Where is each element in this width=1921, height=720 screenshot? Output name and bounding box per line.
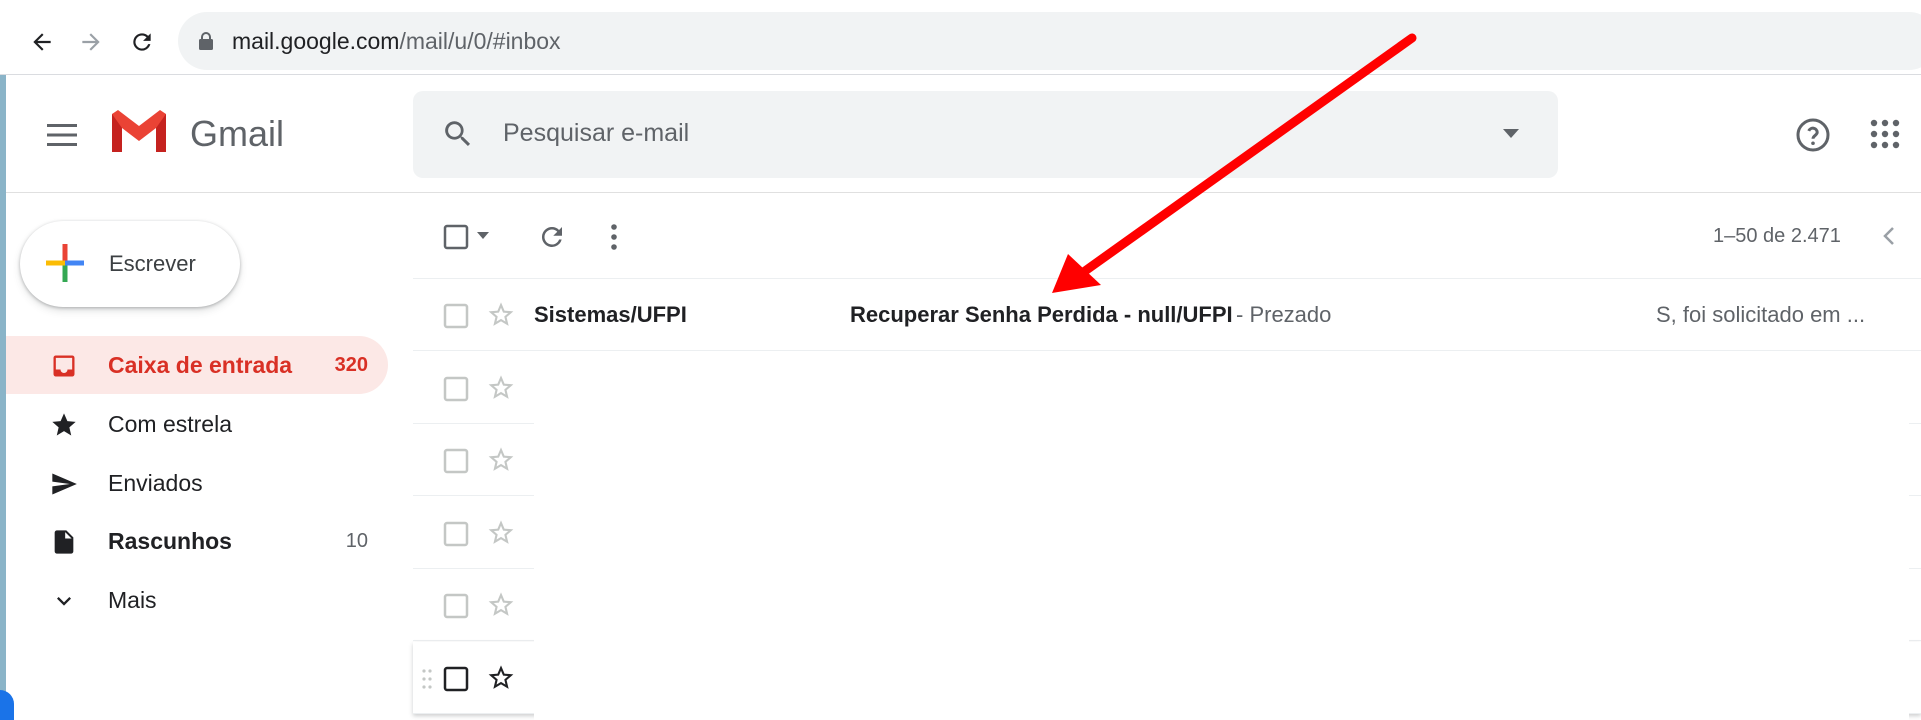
arrow-right-icon xyxy=(82,33,100,51)
sidebar-item-label: Mais xyxy=(108,587,157,613)
back-button[interactable] xyxy=(22,22,62,62)
message-snippet: - Prezado xyxy=(1236,302,1331,327)
search-icon[interactable] xyxy=(441,117,475,151)
table-row[interactable]: Sistemas/UFPI Recuperar Senha Perdida - … xyxy=(413,279,1921,351)
message-sender: Sistemas/UFPI xyxy=(534,302,687,327)
star-outline-icon[interactable] xyxy=(487,591,515,619)
reload-button[interactable] xyxy=(122,22,162,62)
forward-button[interactable] xyxy=(71,22,111,62)
pagination-range: 1–50 de 2.471 xyxy=(1713,225,1841,247)
sidebar-item-label: Enviados xyxy=(108,470,203,496)
sidebar-item-label: Com estrela xyxy=(108,411,232,437)
message-subject: Recuperar Senha Perdida - null/UFPI xyxy=(850,302,1233,327)
row-checkbox[interactable] xyxy=(443,448,469,474)
brand-name: Gmail xyxy=(190,113,285,154)
sidebar-item-drafts[interactable]: Rascunhos 10 xyxy=(0,512,388,570)
drag-handle-icon[interactable] xyxy=(421,668,433,690)
url-text: mail.google.com/mail/u/0/#inbox xyxy=(232,28,561,54)
compose-button[interactable]: Escrever xyxy=(20,221,240,307)
draft-count: 10 xyxy=(345,530,368,552)
star-icon xyxy=(52,413,76,436)
help-icon[interactable] xyxy=(1795,117,1831,153)
search-bar[interactable]: Pesquisar e-mail xyxy=(413,91,1558,178)
apps-grid-icon[interactable] xyxy=(1870,119,1900,149)
browser-toolbar: mail.google.com/mail/u/0/#inbox xyxy=(0,0,1921,75)
inbox-icon xyxy=(53,355,75,377)
refresh-icon[interactable] xyxy=(537,222,567,252)
chevron-down-icon xyxy=(57,597,71,606)
address-bar[interactable]: mail.google.com/mail/u/0/#inbox xyxy=(178,12,1921,70)
corner-decoration xyxy=(0,690,14,720)
star-outline-icon[interactable] xyxy=(487,446,515,474)
redacted-area xyxy=(534,352,1909,720)
message-snippet-end: S, foi solicitado em ... xyxy=(1656,302,1866,327)
row-checkbox[interactable] xyxy=(443,666,469,692)
draft-icon xyxy=(54,530,74,554)
send-icon xyxy=(52,473,77,495)
star-outline-icon[interactable] xyxy=(487,664,515,692)
row-checkbox[interactable] xyxy=(443,376,469,402)
row-checkbox[interactable] xyxy=(443,593,469,619)
gmail-logo-icon[interactable] xyxy=(108,106,170,156)
row-checkbox[interactable] xyxy=(443,521,469,547)
compose-label: Escrever xyxy=(109,251,196,276)
select-options-icon[interactable] xyxy=(477,232,489,240)
row-checkbox[interactable] xyxy=(443,303,469,329)
star-outline-icon[interactable] xyxy=(487,519,515,547)
main-menu-button[interactable] xyxy=(42,115,82,155)
unread-count: 320 xyxy=(334,354,368,376)
lock-icon xyxy=(199,32,213,50)
select-all-checkbox[interactable] xyxy=(443,224,469,250)
sidebar-item-starred[interactable]: Com estrela xyxy=(0,395,388,453)
search-input[interactable]: Pesquisar e-mail xyxy=(503,119,689,148)
more-vert-icon[interactable] xyxy=(609,222,619,252)
plus-icon xyxy=(46,244,84,282)
arrow-left-icon xyxy=(33,33,51,51)
star-outline-icon[interactable] xyxy=(487,301,515,329)
sidebar-item-label: Rascunhos xyxy=(108,528,232,554)
hamburger-icon xyxy=(47,124,77,146)
reload-icon xyxy=(133,33,151,51)
gmail-header: Gmail Pesquisar e-mail xyxy=(0,75,1921,193)
star-outline-icon[interactable] xyxy=(487,374,515,402)
chevron-left-icon[interactable] xyxy=(1881,226,1895,246)
sidebar-item-label: Caixa de entrada xyxy=(108,352,293,378)
window-edge xyxy=(0,75,6,720)
sidebar-item-inbox[interactable]: Caixa de entrada 320 xyxy=(0,336,388,394)
sidebar-item-more[interactable]: Mais xyxy=(0,571,388,629)
search-options-icon[interactable] xyxy=(1503,129,1519,139)
sidebar-item-sent[interactable]: Enviados xyxy=(0,454,388,512)
message-toolbar: 1–50 de 2.471 xyxy=(413,194,1921,279)
